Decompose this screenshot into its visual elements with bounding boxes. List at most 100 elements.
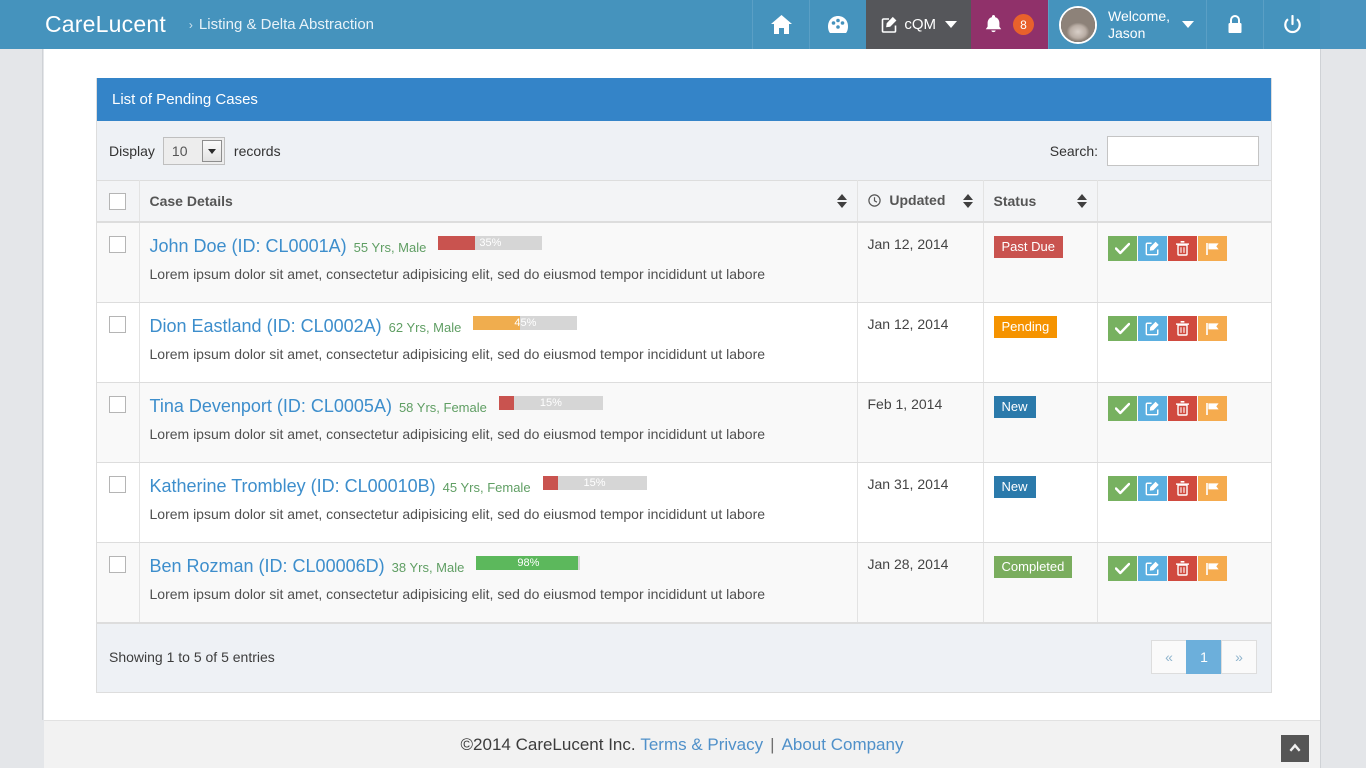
case-name-link[interactable]: Ben Rozman (ID: CL00006D) — [150, 556, 385, 576]
status-cell: Past Due — [983, 222, 1098, 303]
search-label: Search: — [1049, 143, 1098, 159]
approve-button[interactable] — [1107, 556, 1137, 581]
showing-entries: Showing 1 to 5 of 5 entries — [109, 649, 275, 665]
edit-button[interactable] — [1137, 316, 1167, 341]
row-action-group — [1107, 316, 1262, 341]
display-label: Display — [109, 143, 155, 159]
brand-logo[interactable]: CareLucent — [0, 0, 166, 49]
approve-button[interactable] — [1107, 236, 1137, 261]
row-action-group — [1107, 476, 1262, 501]
display-length-control: Display 10 records — [109, 137, 281, 165]
table-row: Ben Rozman (ID: CL00006D) 38 Yrs, Male 98%… — [97, 542, 1271, 623]
approve-button[interactable] — [1107, 396, 1137, 421]
case-details-cell: Ben Rozman (ID: CL00006D) 38 Yrs, Male 98%… — [139, 542, 858, 623]
row-action-group — [1107, 396, 1262, 421]
nav-power-button[interactable] — [1263, 0, 1320, 49]
case-name-link[interactable]: John Doe (ID: CL0001A) — [150, 236, 347, 256]
delete-button[interactable] — [1167, 236, 1197, 261]
column-case-details[interactable]: Case Details — [139, 180, 858, 223]
nav-cqm-dropdown[interactable]: cQM — [866, 0, 972, 49]
top-navbar: CareLucent › Listing & Delta Abstraction — [0, 0, 1320, 49]
delete-button[interactable] — [1167, 316, 1197, 341]
case-demographics: 62 Yrs, Male — [388, 320, 462, 335]
progress-label: 45% — [514, 317, 537, 329]
page-length-select[interactable]: 10 — [162, 137, 225, 165]
sort-icon[interactable] — [962, 194, 973, 208]
scroll-to-top-button[interactable] — [1281, 735, 1309, 762]
table-head: Case Details Updated Status — [97, 180, 1271, 223]
row-select-cell — [97, 542, 140, 623]
delete-button[interactable] — [1167, 396, 1197, 421]
chevron-down-icon — [945, 21, 958, 28]
column-status[interactable]: Status — [983, 180, 1098, 223]
column-updated[interactable]: Updated — [857, 180, 984, 223]
nav-dashboard-button[interactable] — [809, 0, 866, 49]
page-length-value: 10 — [171, 143, 188, 159]
flag-button[interactable] — [1197, 316, 1227, 341]
row-checkbox[interactable] — [109, 556, 126, 573]
approve-button[interactable] — [1107, 476, 1137, 501]
flag-button[interactable] — [1197, 556, 1227, 581]
terms-privacy-link[interactable]: Terms & Privacy — [640, 735, 763, 755]
right-rail — [1320, 49, 1366, 768]
power-icon — [1283, 15, 1302, 34]
nav-notifications-button[interactable]: 8 — [971, 0, 1049, 49]
flag-button[interactable] — [1197, 396, 1227, 421]
about-company-link[interactable]: About Company — [782, 735, 904, 755]
pagination-next[interactable]: » — [1221, 640, 1257, 674]
flag-button[interactable] — [1197, 476, 1227, 501]
status-cell: Pending — [983, 302, 1098, 383]
row-checkbox[interactable] — [109, 316, 126, 333]
edit-button[interactable] — [1137, 556, 1167, 581]
sort-icon[interactable] — [836, 194, 847, 208]
row-checkbox[interactable] — [109, 396, 126, 413]
status-badge: Completed — [993, 556, 1073, 578]
delete-button[interactable] — [1167, 476, 1197, 501]
select-all-checkbox[interactable] — [109, 192, 126, 210]
flag-button[interactable] — [1197, 236, 1227, 261]
row-checkbox[interactable] — [109, 236, 126, 253]
cqm-label: cQM — [904, 16, 937, 33]
row-checkbox[interactable] — [109, 476, 126, 493]
updated-cell: Jan 28, 2014 — [857, 542, 984, 623]
case-details-cell: Dion Eastland (ID: CL0002A) 62 Yrs, Male 4… — [139, 302, 858, 383]
sort-icon[interactable] — [1076, 194, 1087, 208]
delete-button[interactable] — [1167, 556, 1197, 581]
status-cell: Completed — [983, 542, 1098, 623]
progress-bar: 35% — [438, 236, 543, 250]
lock-icon — [1227, 15, 1243, 34]
case-details-cell: Tina Devenport (ID: CL0005A) 58 Yrs, Fema… — [139, 382, 858, 463]
case-demographics: 38 Yrs, Male — [391, 560, 465, 575]
pagination-page-1[interactable]: 1 — [1186, 640, 1222, 674]
pagination-prev[interactable]: « — [1151, 640, 1187, 674]
search-input[interactable] — [1107, 136, 1259, 166]
actions-cell — [1097, 462, 1271, 543]
avatar — [1059, 5, 1098, 44]
page-title: List of Pending Cases — [112, 91, 258, 108]
approve-button[interactable] — [1107, 316, 1137, 341]
table-footer: Showing 1 to 5 of 5 entries « 1 » — [97, 623, 1271, 692]
table-row: Tina Devenport (ID: CL0005A) 58 Yrs, Fema… — [97, 382, 1271, 463]
case-demographics: 45 Yrs, Female — [442, 480, 531, 495]
edit-button[interactable] — [1137, 396, 1167, 421]
nav-home-button[interactable] — [752, 0, 809, 49]
welcome-text: Welcome, Jason — [1108, 8, 1170, 42]
case-demographics: 58 Yrs, Female — [398, 400, 487, 415]
case-name-link[interactable]: Dion Eastland (ID: CL0002A) — [150, 316, 382, 336]
case-name-link[interactable]: Katherine Trombley (ID: CL00010B) — [150, 476, 436, 496]
progress-label: 15% — [539, 397, 562, 409]
chevron-down-icon[interactable] — [201, 140, 222, 162]
status-badge: Past Due — [993, 236, 1063, 258]
nav-user-menu[interactable]: Welcome, Jason — [1048, 0, 1206, 49]
dashboard-icon — [827, 15, 849, 34]
edit-button[interactable] — [1137, 476, 1167, 501]
nav-lock-button[interactable] — [1206, 0, 1263, 49]
row-select-cell — [97, 222, 140, 303]
table-row: John Doe (ID: CL0001A) 55 Yrs, Male 35% Lor… — [97, 222, 1271, 303]
footer-separator: | — [770, 734, 775, 754]
case-name-link[interactable]: Tina Devenport (ID: CL0005A) — [150, 396, 392, 416]
edit-button[interactable] — [1137, 236, 1167, 261]
case-demographics: 55 Yrs, Male — [353, 240, 427, 255]
panel-body: Display 10 records Search: Case Details … — [97, 121, 1271, 692]
case-description: Lorem ipsum dolor sit amet, consectetur … — [149, 426, 766, 442]
